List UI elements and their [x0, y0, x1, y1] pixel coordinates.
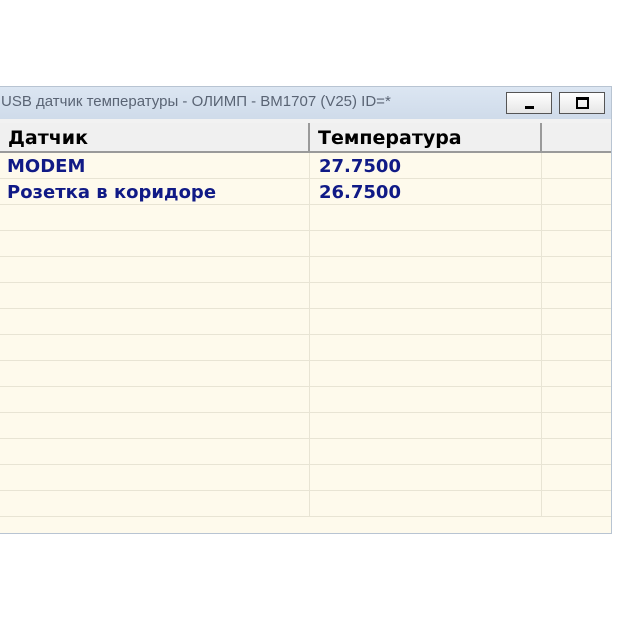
temperature-cell [310, 335, 542, 361]
column-header-empty[interactable] [542, 123, 611, 151]
temperature-cell [310, 465, 542, 491]
empty-cell [542, 465, 611, 491]
temperature-cell [310, 387, 542, 413]
table-row[interactable] [0, 465, 611, 491]
temperature-cell [310, 361, 542, 387]
table-row[interactable] [0, 361, 611, 387]
maximize-button[interactable] [559, 92, 605, 114]
table-row[interactable]: Розетка в коридоре 26.7500 [0, 179, 611, 205]
column-header-sensor[interactable]: Датчик [0, 123, 310, 151]
table-row[interactable] [0, 413, 611, 439]
table-row[interactable] [0, 387, 611, 413]
table-row[interactable] [0, 335, 611, 361]
temperature-cell [310, 413, 542, 439]
empty-cell [542, 413, 611, 439]
sensor-name-cell [0, 231, 310, 257]
minimize-button[interactable] [506, 92, 552, 114]
minimize-icon [525, 106, 534, 109]
temperature-cell [310, 205, 542, 231]
empty-cell [542, 387, 611, 413]
window-title: USB датчик температуры - ОЛИМП - ВМ1707 … [1, 93, 391, 110]
empty-cell [542, 439, 611, 465]
empty-cell [542, 309, 611, 335]
empty-cell [542, 179, 611, 205]
temperature-cell: 26.7500 [310, 179, 542, 205]
table-row[interactable] [0, 257, 611, 283]
sensor-name-cell: MODEM [0, 153, 310, 179]
sensor-name-cell [0, 335, 310, 361]
table-row[interactable] [0, 491, 611, 517]
table-header: Датчик Температура [0, 123, 611, 153]
table-row[interactable] [0, 309, 611, 335]
empty-cell [542, 153, 611, 179]
sensor-name-cell [0, 309, 310, 335]
column-header-temperature[interactable]: Температура [310, 123, 542, 151]
temperature-cell [310, 309, 542, 335]
sensor-name-cell [0, 283, 310, 309]
sensor-name-cell [0, 361, 310, 387]
empty-cell [542, 335, 611, 361]
app-window: USB датчик температуры - ОЛИМП - ВМ1707 … [0, 86, 612, 534]
empty-cell [542, 283, 611, 309]
sensor-name-cell [0, 439, 310, 465]
sensor-name-cell [0, 205, 310, 231]
temperature-cell [310, 283, 542, 309]
maximize-icon [576, 97, 589, 109]
title-bar[interactable]: USB датчик температуры - ОЛИМП - ВМ1707 … [0, 87, 611, 119]
table-row[interactable] [0, 231, 611, 257]
table-body: MODEM 27.7500 Розетка в коридоре 26.7500 [0, 153, 611, 517]
temperature-cell [310, 491, 542, 517]
empty-cell [542, 491, 611, 517]
sensor-name-cell [0, 257, 310, 283]
temperature-cell [310, 439, 542, 465]
empty-cell [542, 257, 611, 283]
sensor-name-cell [0, 413, 310, 439]
sensor-name-cell [0, 465, 310, 491]
empty-cell [542, 361, 611, 387]
table-row[interactable] [0, 283, 611, 309]
sensor-name-cell [0, 491, 310, 517]
table-row[interactable] [0, 205, 611, 231]
temperature-cell [310, 231, 542, 257]
table-row[interactable] [0, 439, 611, 465]
temperature-cell [310, 257, 542, 283]
empty-cell [542, 231, 611, 257]
sensor-table[interactable]: Датчик Температура MODEM 27.7500 Розетка в… [0, 123, 611, 533]
empty-cell [542, 205, 611, 231]
sensor-name-cell: Розетка в коридоре [0, 179, 310, 205]
temperature-cell: 27.7500 [310, 153, 542, 179]
table-row[interactable]: MODEM 27.7500 [0, 153, 611, 179]
sensor-name-cell [0, 387, 310, 413]
